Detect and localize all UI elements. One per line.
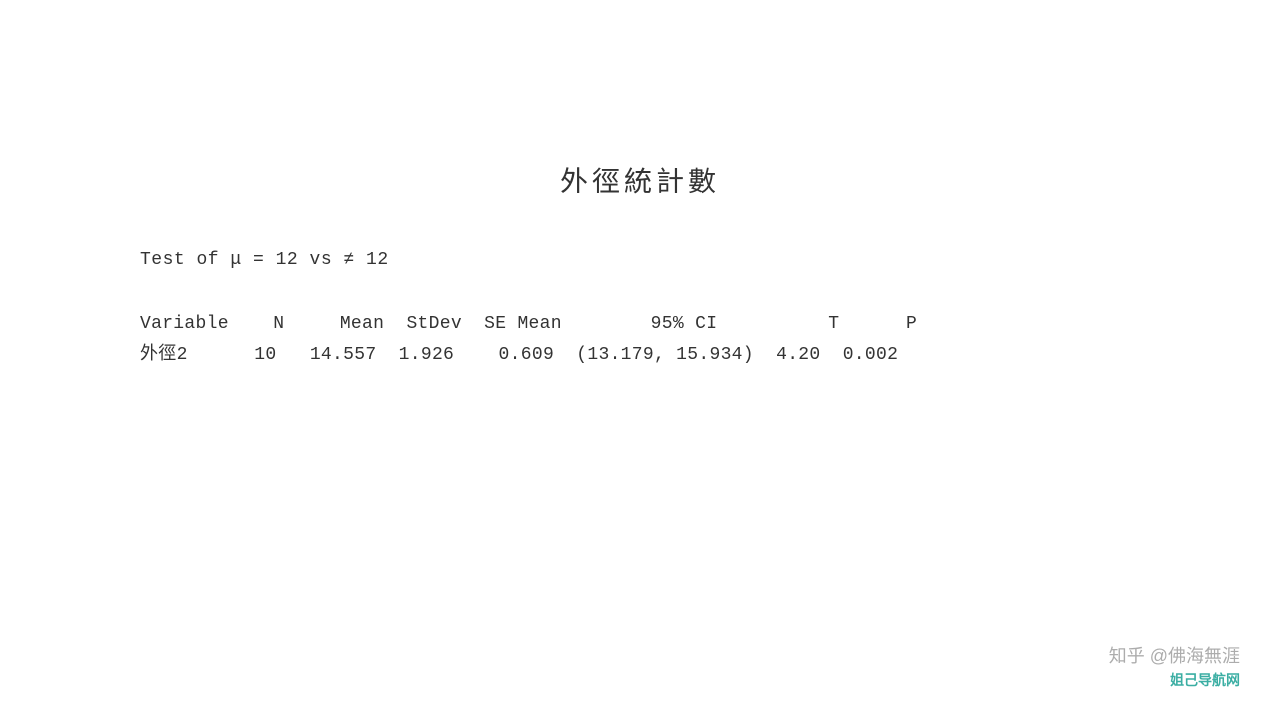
stats-table: Variable N Mean StDev SE Mean 95% CI T P… [140,310,1140,370]
watermark: 知乎 @佛海無涯 姐己导航网 [1109,642,1240,690]
watermark-bottom-text: 姐己导航网 [1170,670,1240,690]
main-content: 外徑統計數 Test of μ = 12 vs ≠ 12 Variable N … [140,160,1140,370]
test-hypothesis: Test of μ = 12 vs ≠ 12 [140,250,1140,270]
page-title: 外徑統計數 [140,160,1140,200]
stats-header-row: Variable N Mean StDev SE Mean 95% CI T P [140,310,1140,339]
watermark-top-text: 知乎 @佛海無涯 [1109,642,1240,668]
stats-data-row: 外徑2 10 14.557 1.926 0.609 (13.179, 15.93… [140,341,1140,370]
